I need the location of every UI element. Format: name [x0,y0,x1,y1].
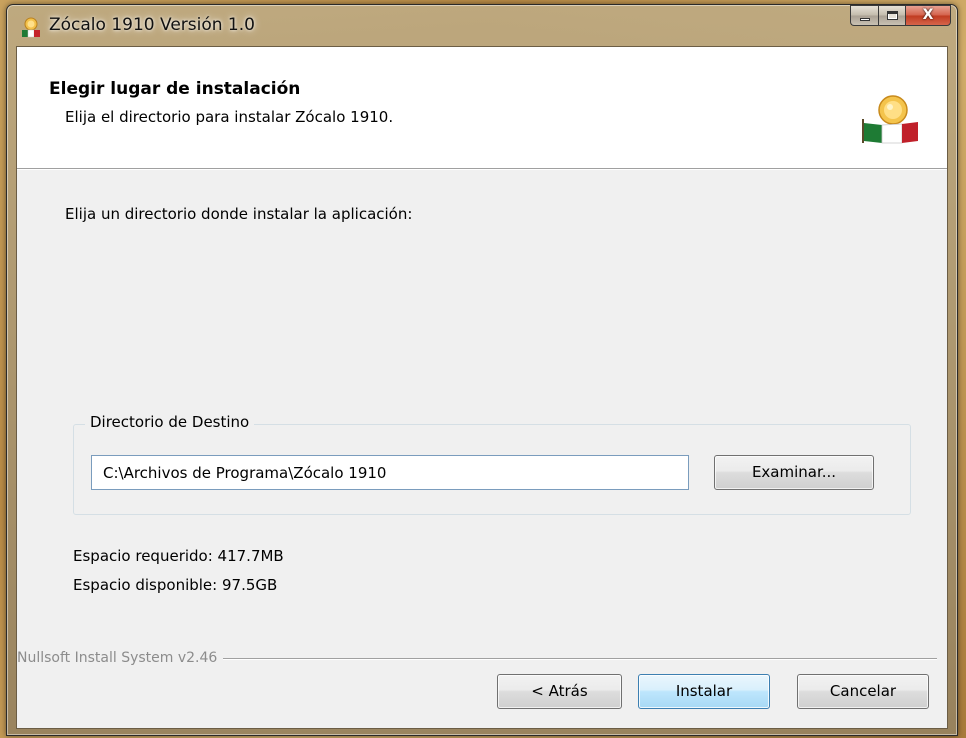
space-required-text: Espacio requerido: 417.7MB [73,547,284,565]
space-available-text: Espacio disponible: 97.5GB [73,576,278,594]
maximize-icon [887,11,898,20]
app-icon [22,17,40,38]
install-button[interactable]: Instalar [638,674,770,709]
maximize-button[interactable] [878,5,905,26]
header-title: Elegir lugar de instalación [49,79,301,99]
close-button[interactable]: X [905,5,951,26]
directory-input[interactable] [91,455,689,490]
header-separator [17,169,947,170]
branding-text: Nullsoft Install System v2.46 [17,650,224,666]
zocalo-header-icon [862,95,918,144]
dialog-client-area: Elegir lugar de instalación Elija el dir… [16,46,948,729]
close-icon: X [922,7,934,23]
header-subtitle: Elija el directorio para instalar Zócalo… [65,108,394,126]
minimize-icon [860,18,870,21]
caption-buttons: X [850,5,951,27]
window-title: Zócalo 1910 Versión 1.0 [49,15,255,35]
instruction-text: Elija un directorio donde instalar la ap… [65,205,413,223]
groupbox-label: Directorio de Destino [85,413,255,431]
minimize-button[interactable] [850,5,878,26]
installer-window: Zócalo 1910 Versión 1.0 X Elegir lugar d… [6,4,958,736]
back-button[interactable]: < Atrás [497,674,622,709]
browse-button[interactable]: Examinar... [714,455,874,490]
branding-line: Nullsoft Install System v2.46 [17,650,937,666]
cancel-button[interactable]: Cancelar [797,674,929,709]
title-bar[interactable]: Zócalo 1910 Versión 1.0 X [7,5,957,47]
dialog-header: Elegir lugar de instalación Elija el dir… [17,47,947,169]
